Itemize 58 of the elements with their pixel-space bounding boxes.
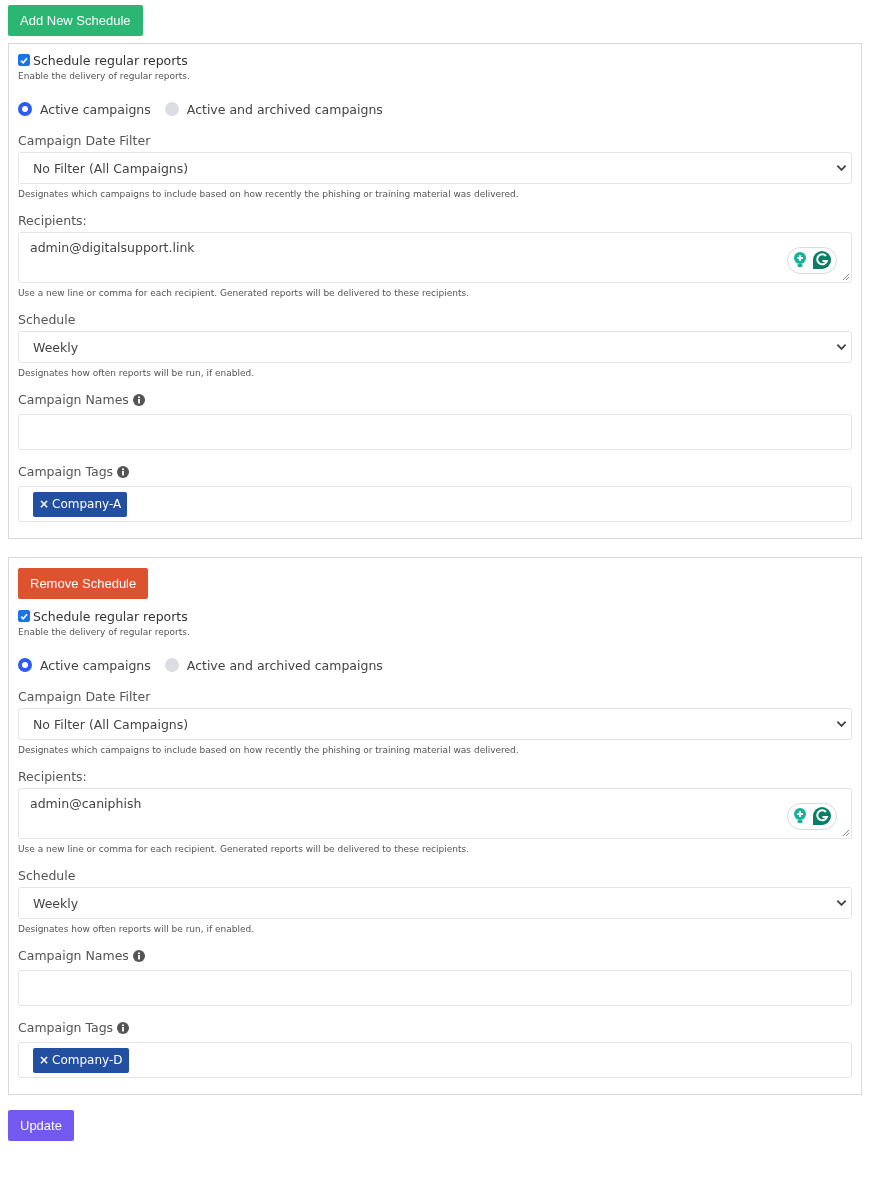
help-text: Designates how often reports will be run, if enabled. — [18, 368, 256, 378]
recipients-field[interactable]: admin@caniphish — [18, 788, 852, 839]
info-icon[interactable] — [132, 949, 145, 962]
field-label: Campaign Tags — [18, 1020, 114, 1035]
chevron-icon — [836, 343, 847, 351]
chevron-icon — [836, 720, 847, 728]
checkbox[interactable] — [18, 54, 30, 66]
campaign-tags-field[interactable]: × Company-D — [18, 1042, 852, 1078]
resize-grip-icon[interactable] — [842, 273, 850, 281]
field-label: Campaign Date Filter — [18, 133, 152, 148]
chevron-icon — [836, 899, 847, 907]
field-label: Recipients: — [18, 213, 88, 228]
recipients-field[interactable]: admin@digitalsupport.link — [18, 232, 852, 283]
help-text: Enable the delivery of regular reports. — [18, 71, 191, 81]
radio-button[interactable] — [164, 102, 179, 116]
info-icon[interactable] — [132, 393, 145, 406]
info-icon[interactable] — [117, 1021, 130, 1034]
help-text: Designates which campaigns to include based on how recently the phishing or training material was delivered. — [18, 745, 520, 755]
field-label: Schedule — [18, 868, 77, 883]
field-label: Campaign Tags — [18, 464, 114, 479]
radio-label: Active campaigns — [40, 657, 151, 673]
campaign-names-field[interactable] — [18, 970, 852, 1006]
tag-label: Company-D — [52, 1053, 123, 1067]
schedule-select[interactable]: Weekly — [18, 887, 852, 919]
chevron-icon — [836, 164, 847, 172]
radio-label: Active and archived campaigns — [186, 657, 383, 673]
help-text: Use a new line or comma for each recipient. Generated reports will be delivered to these recipients. — [18, 844, 471, 854]
field-label: Schedule — [18, 312, 77, 327]
tag-remove-button[interactable]: × — [39, 1053, 50, 1067]
help-text: Designates how often reports will be run, if enabled. — [18, 924, 256, 934]
field-label: Campaign Names — [18, 392, 129, 407]
field-label: Recipients: — [18, 769, 88, 784]
update-button[interactable]: Update — [8, 1110, 74, 1141]
date-filter-select[interactable]: No Filter (All Campaigns) — [18, 152, 852, 184]
radio-label: Active campaigns — [40, 101, 151, 117]
field-label: Campaign Date Filter — [18, 689, 152, 704]
radio-label: Active and archived campaigns — [186, 101, 383, 117]
checkbox-label: Schedule regular reports — [33, 52, 188, 68]
help-text: Enable the delivery of regular reports. — [18, 627, 191, 637]
date-filter-select[interactable]: No Filter (All Campaigns) — [18, 708, 852, 740]
radio-button[interactable] — [18, 102, 32, 116]
help-text: Use a new line or comma for each recipient. Generated reports will be delivered to these recipients. — [18, 288, 471, 298]
checkbox[interactable] — [18, 610, 30, 622]
grammar-assistant-icon[interactable] — [787, 247, 837, 274]
help-text: Designates which campaigns to include based on how recently the phishing or training material was delivered. — [18, 189, 520, 199]
schedule-select[interactable]: Weekly — [18, 331, 852, 363]
tag-remove-button[interactable]: × — [39, 497, 50, 511]
resize-grip-icon[interactable] — [842, 829, 850, 837]
radio-button[interactable] — [18, 658, 32, 672]
field-label: Campaign Names — [18, 948, 129, 963]
radio-button[interactable] — [164, 658, 179, 672]
remove-schedule-button[interactable]: Remove Schedule — [18, 568, 149, 599]
campaign-names-field[interactable] — [18, 414, 852, 450]
info-icon[interactable] — [117, 465, 130, 478]
campaign-tags-field[interactable]: × Company-A — [18, 486, 852, 522]
grammar-assistant-icon[interactable] — [787, 803, 837, 830]
checkbox-label: Schedule regular reports — [33, 608, 188, 624]
tag-label: Company-A — [52, 497, 122, 511]
